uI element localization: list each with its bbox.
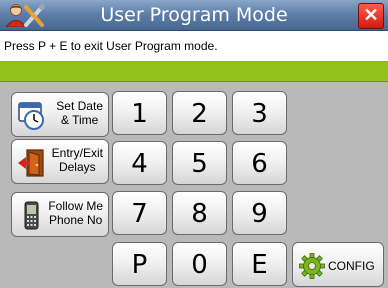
close-button[interactable]: ✕ [358,3,384,29]
key-0[interactable]: 0 [172,242,227,286]
key-1[interactable]: 1 [112,91,167,135]
key-6[interactable]: 6 [232,141,287,185]
follow-me-label: Follow Me [48,199,103,213]
entry-exit-label: Entry/Exit [51,146,103,160]
key-4[interactable]: 4 [112,141,167,185]
message-text: Press P + E to exit User Program mode. [4,39,218,53]
key-9[interactable]: 9 [232,191,287,235]
set-date-time-button[interactable]: Set Date & Time [11,92,109,137]
key-8[interactable]: 8 [172,191,227,235]
status-bar [0,62,388,82]
time-label: & Time [60,113,99,127]
config-button[interactable]: CONFIG [292,242,384,287]
key-p[interactable]: P [112,242,167,286]
key-3[interactable]: 3 [232,91,287,135]
delays-label: Delays [58,160,96,174]
entry-exit-delays-button[interactable]: Entry/Exit Delays [11,139,109,184]
calendar-clock-icon [18,102,44,130]
config-label: CONFIG [328,259,375,273]
title-bar: User Program Mode ✕ [0,0,388,31]
key-2[interactable]: 2 [172,91,227,135]
key-7[interactable]: 7 [112,191,167,235]
message-bar: Press P + E to exit User Program mode. [0,31,388,62]
set-date-label: Set Date [56,99,103,113]
door-icon [18,149,44,177]
phone-no-label: Phone No [48,213,103,227]
follow-me-phone-button[interactable]: Follow Me Phone No [11,192,109,237]
phone-icon [24,201,39,230]
gear-icon [299,253,325,279]
window-title: User Program Mode [100,4,288,26]
key-5[interactable]: 5 [172,141,227,185]
key-e[interactable]: E [232,242,287,286]
